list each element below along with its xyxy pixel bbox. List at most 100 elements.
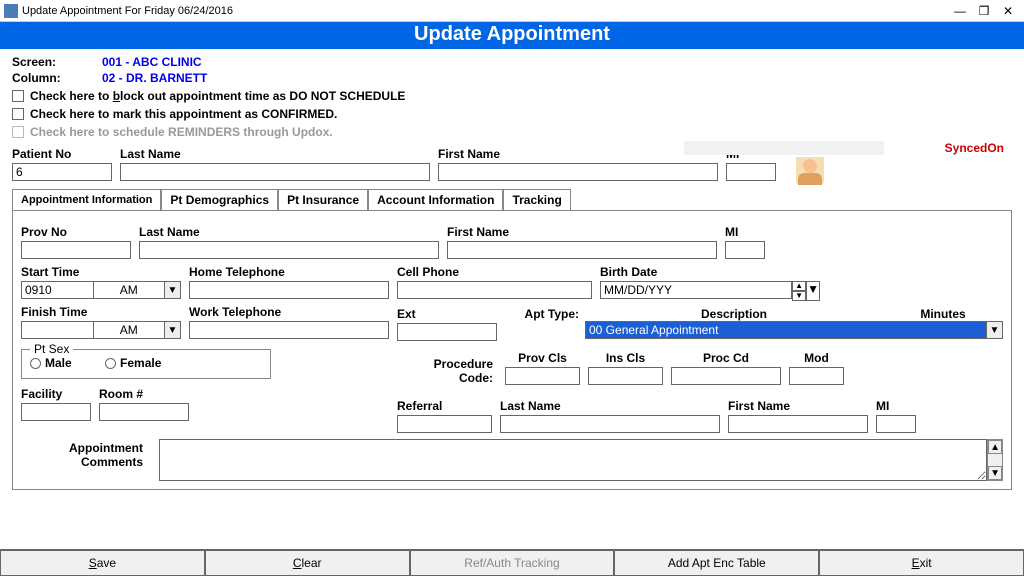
last-name-input[interactable] <box>120 163 430 181</box>
home-tel-input[interactable] <box>189 281 389 299</box>
prov-cls-label: Prov Cls <box>505 351 580 365</box>
home-tel-label: Home Telephone <box>189 265 389 279</box>
prov-mi-input[interactable] <box>725 241 765 259</box>
description-header: Description <box>585 307 883 321</box>
page-header: Update Appointment <box>0 22 1024 49</box>
appt-comments-textarea[interactable] <box>159 439 987 481</box>
checkbox-confirmed[interactable]: Check here to mark this appointment as C… <box>12 107 1012 121</box>
checkbox-label: Check here to block out appointment time… <box>30 89 405 103</box>
cell-phone-input[interactable] <box>397 281 592 299</box>
patient-no-input[interactable] <box>12 163 112 181</box>
chevron-down-icon[interactable]: ▼ <box>165 281 181 299</box>
save-button[interactable]: Save <box>0 550 205 576</box>
minimize-button[interactable]: — <box>948 3 972 19</box>
proc-cd-input[interactable] <box>671 367 781 385</box>
checkbox-label: Check here to schedule REMINDERS through… <box>30 125 333 139</box>
exit-button[interactable]: Exit <box>819 550 1024 576</box>
checkbox-do-not-schedule[interactable]: Check here to block out appointment time… <box>12 89 1012 103</box>
window-title: Update Appointment For Friday 06/24/2016 <box>22 5 948 17</box>
spin-down-icon[interactable]: ▼ <box>792 291 806 301</box>
ins-cls-input[interactable] <box>588 367 663 385</box>
ins-cls-label: Ins Cls <box>588 351 663 365</box>
finish-time-combo[interactable]: ▼ <box>21 321 181 339</box>
prov-last-name-input[interactable] <box>139 241 439 259</box>
cell-phone-label: Cell Phone <box>397 265 592 279</box>
ext-input[interactable] <box>397 323 497 341</box>
tab-pt-demographics[interactable]: Pt Demographics <box>161 189 278 210</box>
prov-cls-input[interactable] <box>505 367 580 385</box>
pt-sex-group-label: Pt Sex <box>30 342 73 356</box>
button-bar: Save Clear Ref/Auth Tracking Add Apt Enc… <box>0 549 1024 576</box>
mi-input[interactable] <box>726 163 776 181</box>
apt-type-combo[interactable]: 00 General Appointment ▼ <box>585 321 1003 339</box>
content-area: Screen: 001 - ABC CLINIC Column: 02 - DR… <box>0 49 1024 549</box>
chevron-down-icon[interactable]: ▼ <box>987 321 1003 339</box>
appt-comments-label: Appointment Comments <box>21 439 151 469</box>
first-name-input[interactable] <box>438 163 718 181</box>
close-button[interactable]: ✕ <box>996 3 1020 19</box>
scroll-up-icon[interactable]: ▲ <box>988 440 1002 454</box>
procedure-code-label: Procedure Code: <box>397 357 497 385</box>
referral-mi-input[interactable] <box>876 415 916 433</box>
screen-value: 001 - ABC CLINIC <box>102 55 202 69</box>
scroll-down-icon[interactable]: ▼ <box>988 466 1002 480</box>
apt-type-value[interactable]: 00 General Appointment <box>585 321 987 339</box>
start-time-combo[interactable]: ▼ <box>21 281 181 299</box>
tab-appointment-information[interactable]: Appointment Information <box>12 189 161 210</box>
add-apt-enc-button[interactable]: Add Apt Enc Table <box>614 550 819 576</box>
column-value: 02 - DR. BARNETT <box>102 71 207 85</box>
tab-pane-appointment-info: Prov No Last Name First Name MI <box>12 210 1012 490</box>
start-time-label: Start Time <box>21 265 181 279</box>
checkbox-icon <box>12 126 24 138</box>
referral-first-name-label: First Name <box>728 399 868 413</box>
referral-mi-label: MI <box>876 399 916 413</box>
prov-no-label: Prov No <box>21 225 131 239</box>
maximize-button[interactable]: ❐ <box>972 3 996 19</box>
clear-button[interactable]: Clear <box>205 550 410 576</box>
referral-label: Referral <box>397 399 492 413</box>
calendar-dropdown-icon[interactable]: ▼ <box>806 281 820 301</box>
prov-first-name-label: First Name <box>447 225 717 239</box>
finish-time-input[interactable] <box>21 321 94 339</box>
referral-last-name-input[interactable] <box>500 415 720 433</box>
minutes-header: Minutes <box>883 307 1003 321</box>
screen-label: Screen: <box>12 55 82 69</box>
work-tel-label: Work Telephone <box>189 305 389 319</box>
tab-pt-insurance[interactable]: Pt Insurance <box>278 189 368 210</box>
referral-input[interactable] <box>397 415 492 433</box>
radio-female[interactable]: Female <box>105 356 161 370</box>
checkbox-icon <box>12 108 24 120</box>
date-spinner[interactable]: ▲ ▼ <box>792 281 806 301</box>
tab-account-information[interactable]: Account Information <box>368 189 503 210</box>
mod-label: Mod <box>789 351 844 365</box>
sync-placeholder <box>684 141 884 155</box>
patient-photo-icon <box>796 157 824 185</box>
birth-date-input[interactable] <box>600 281 792 299</box>
finish-ampm-input[interactable] <box>94 321 166 339</box>
synced-on-label: SyncedOn <box>945 141 1004 155</box>
prov-mi-label: MI <box>725 225 765 239</box>
column-label: Column: <box>12 71 82 85</box>
room-input[interactable] <box>99 403 189 421</box>
mod-input[interactable] <box>789 367 844 385</box>
prov-first-name-input[interactable] <box>447 241 717 259</box>
tab-tracking[interactable]: Tracking <box>503 189 570 210</box>
prov-last-name-label: Last Name <box>139 225 439 239</box>
work-tel-input[interactable] <box>189 321 389 339</box>
proc-cd-label: Proc Cd <box>671 351 781 365</box>
checkbox-reminders: Check here to schedule REMINDERS through… <box>12 125 1012 139</box>
room-label: Room # <box>99 387 189 401</box>
spin-up-icon[interactable]: ▲ <box>792 281 806 291</box>
referral-first-name-input[interactable] <box>728 415 868 433</box>
scrollbar[interactable]: ▲ ▼ <box>987 439 1003 481</box>
chevron-down-icon[interactable]: ▼ <box>165 321 181 339</box>
start-time-input[interactable] <box>21 281 94 299</box>
ref-auth-tracking-button: Ref/Auth Tracking <box>410 550 615 576</box>
facility-input[interactable] <box>21 403 91 421</box>
start-ampm-input[interactable] <box>94 281 166 299</box>
prov-no-input[interactable] <box>21 241 131 259</box>
tab-strip: Appointment Information Pt Demographics … <box>12 189 1012 210</box>
last-name-label: Last Name <box>120 147 430 161</box>
radio-male[interactable]: Male <box>30 356 72 370</box>
title-bar: Update Appointment For Friday 06/24/2016… <box>0 0 1024 22</box>
